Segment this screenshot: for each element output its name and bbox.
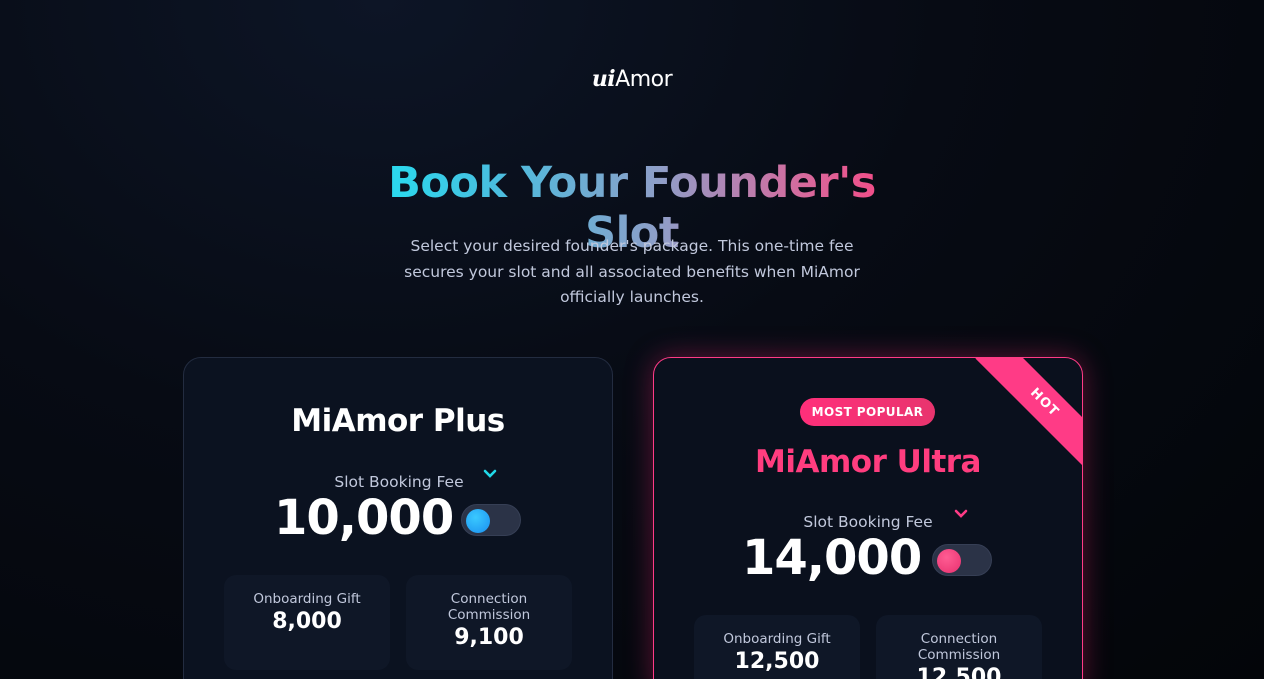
stat-value: 12,500: [734, 649, 820, 674]
chevron-down-icon[interactable]: [954, 508, 968, 523]
stat-label: Connection Commission: [447, 591, 531, 623]
logo-mark: ui: [591, 66, 616, 92]
fee-toggle[interactable]: [461, 504, 521, 536]
fee-amount: 14,000: [742, 530, 922, 586]
miamor-logo: uiAmor: [0, 66, 1264, 92]
onboarding-gift-box: Onboarding Gift 8,000: [224, 575, 390, 670]
toggle-knob: [466, 509, 490, 533]
chevron-down-icon[interactable]: [483, 468, 497, 483]
most-popular-badge: MOST POPULAR: [800, 398, 935, 426]
connection-commission-box: Connection Commission 12,500: [876, 615, 1042, 679]
plan-card-plus[interactable]: MiAmor Plus Slot Booking Fee 10,000 Onbo…: [183, 357, 613, 679]
toggle-knob: [937, 549, 961, 573]
plan-name: MiAmor Plus: [291, 403, 505, 439]
plan-name: MiAmor Ultra: [755, 444, 981, 480]
fee-amount: 10,000: [274, 490, 454, 546]
stat-label: Onboarding Gift: [723, 631, 831, 647]
page-subtitle: Select your desired founder's package. T…: [404, 237, 860, 306]
onboarding-gift-box: Onboarding Gift 12,500: [694, 615, 860, 679]
logo-text: Amor: [615, 67, 673, 92]
plan-card-ultra[interactable]: HOT MOST POPULAR MiAmor Ultra Slot Booki…: [653, 357, 1083, 679]
stat-value: 12,500: [916, 665, 1002, 679]
stat-value: 8,000: [272, 609, 342, 634]
stat-label: Connection Commission: [917, 631, 1001, 663]
fee-toggle[interactable]: [932, 544, 992, 576]
stat-value: 9,100: [454, 625, 524, 650]
connection-commission-box: Connection Commission 9,100: [406, 575, 572, 670]
stat-label: Onboarding Gift: [253, 591, 361, 607]
fee-label: Slot Booking Fee: [334, 473, 464, 491]
fee-label: Slot Booking Fee: [803, 513, 933, 531]
